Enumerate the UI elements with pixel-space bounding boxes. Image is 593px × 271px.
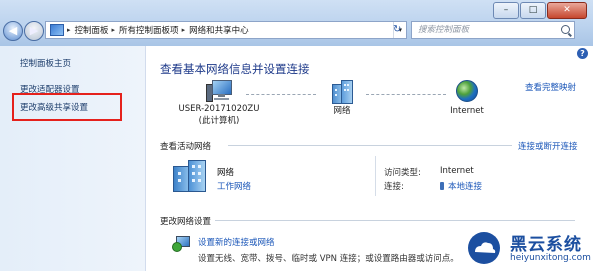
internet-node: Internet xyxy=(444,80,490,116)
computer-icon xyxy=(206,80,232,102)
sidebar xyxy=(0,46,146,271)
network-name: 网络 xyxy=(333,106,351,116)
section-divider xyxy=(215,220,575,221)
full-map-link[interactable]: 查看完整映射 xyxy=(525,81,576,93)
network-icon xyxy=(330,80,354,104)
minimize-button[interactable]: – xyxy=(493,2,519,19)
access-type-label: 访问类型: xyxy=(384,168,421,178)
watermark-url: heiyunxitong.com xyxy=(510,253,591,263)
globe-icon xyxy=(456,80,478,102)
back-button[interactable]: ◀ xyxy=(3,21,23,41)
active-network-name: 网络 xyxy=(217,168,235,178)
breadcrumb-network-center[interactable]: 网络和共享中心 xyxy=(189,24,249,36)
computer-sublabel: (此计算机) xyxy=(198,116,240,126)
search-icon[interactable] xyxy=(561,25,570,34)
vertical-divider xyxy=(375,156,376,196)
search-placeholder: 搜索控制面板 xyxy=(418,25,470,35)
computer-node: USER-20171020ZU (此计算机) xyxy=(172,80,266,126)
cloud-logo-icon xyxy=(468,232,500,264)
forward-button[interactable]: ▶ xyxy=(24,21,44,41)
section-divider xyxy=(228,145,512,146)
ethernet-icon xyxy=(440,182,444,190)
watermark-brand: 黑云系统 xyxy=(510,235,582,255)
network-node: 网络 xyxy=(322,80,362,116)
connection-label: 连接: xyxy=(384,182,404,192)
network-type-link[interactable]: 工作网络 xyxy=(217,180,251,192)
breadcrumb-separator[interactable]: ▸ xyxy=(182,26,186,34)
connection-line xyxy=(366,94,446,96)
window-controls: – □ ✕ xyxy=(493,2,587,19)
local-connection-link[interactable]: 本地连接 xyxy=(448,182,482,192)
network-icon[interactable] xyxy=(173,160,207,192)
active-networks-header: 查看活动网络 xyxy=(160,142,212,152)
address-bar[interactable]: ▸ 控制面板 ▸ 所有控制面板项 ▸ 网络和共享中心 ▾ xyxy=(45,21,407,39)
maximize-button[interactable]: □ xyxy=(520,2,546,19)
setup-connection-link[interactable]: 设置新的连接或网络 xyxy=(198,236,275,248)
change-settings-header: 更改网络设置 xyxy=(160,217,212,227)
access-type-value: Internet xyxy=(440,166,474,176)
connect-disconnect-link[interactable]: 连接或断开连接 xyxy=(518,140,578,152)
computer-name: USER-20171020ZU xyxy=(178,104,260,114)
breadcrumb-all-items[interactable]: 所有控制面板项 xyxy=(119,24,179,36)
page-title: 查看基本网络信息并设置连接 xyxy=(160,62,310,76)
refresh-icon[interactable]: ↻ xyxy=(393,24,401,35)
breadcrumb-separator[interactable]: ▸ xyxy=(112,26,116,34)
close-button[interactable]: ✕ xyxy=(547,2,587,19)
breadcrumb-separator[interactable]: ▸ xyxy=(67,26,71,34)
sidebar-item-home[interactable]: 控制面板主页 xyxy=(20,57,71,69)
internet-name: Internet xyxy=(450,106,484,116)
watermark: 黑云系统 heiyunxitong.com xyxy=(466,228,591,270)
help-icon[interactable]: ? xyxy=(577,48,588,59)
breadcrumb-control-panel[interactable]: 控制面板 xyxy=(75,24,109,36)
navigation-buttons: ◀ ▶ ▾ xyxy=(3,21,50,41)
connection-value-row: 本地连接 xyxy=(440,180,482,192)
search-input[interactable]: 搜索控制面板 xyxy=(411,21,575,39)
new-connection-icon xyxy=(172,234,190,252)
setup-connection-description: 设置无线、宽带、拨号、临时或 VPN 连接；或设置路由器或访问点。 xyxy=(198,254,459,264)
highlight-annotation xyxy=(12,93,122,121)
control-panel-icon xyxy=(50,24,64,36)
